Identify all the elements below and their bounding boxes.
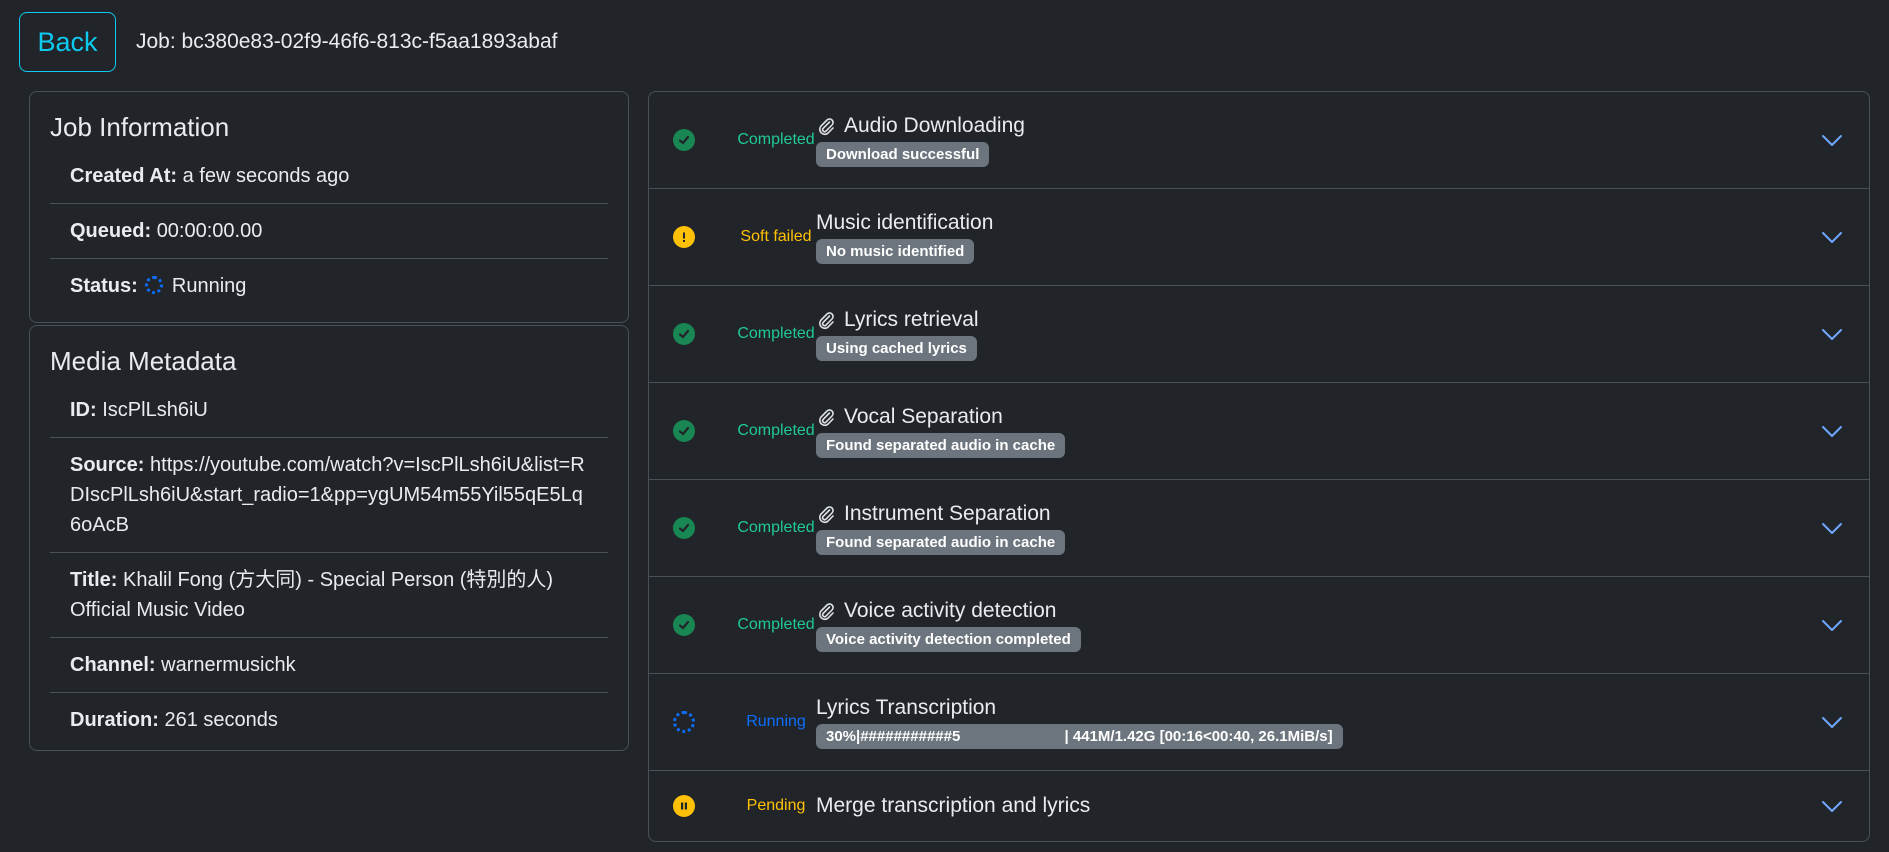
step-music-identification[interactable]: Soft failed Music identification No music … [649,189,1869,286]
step-title-text: Voice activity detection [844,598,1057,622]
step-body: Instrument Separation Found separated aud… [816,502,1066,555]
back-button[interactable]: Back [19,12,116,72]
paperclip-icon[interactable] [816,310,836,330]
pause-icon [673,795,695,817]
step-status-badge: Using cached lyrics [816,335,977,361]
media-duration-value: 261 seconds [164,709,278,731]
step-body: Music identification No music identified [816,211,993,264]
check-icon [673,420,695,442]
media-duration-label: Duration: [70,709,159,731]
step-title-text: Music identification [816,210,994,234]
top-bar: Back Job: bc380e83-02f9-46f6-813c-f5aa18… [19,12,558,72]
created-at-value: a few seconds ago [182,165,350,187]
step-status-badge: 30%|###########5 | 441M/1.42G [00:16<00:… [816,723,1343,749]
step-title-text: Merge transcription and lyrics [816,794,1091,817]
spinner-icon [145,276,164,294]
paperclip-icon[interactable] [816,407,836,427]
step-title: Audio Downloading [816,114,1025,138]
media-title-row: Title: Khalil Fong (方大同) - Special Perso… [50,553,608,638]
media-source-value: https://youtube.com/watch?v=IscPlLsh6iU&… [70,454,585,536]
pipeline-steps-accordion: Completed Audio Downloading Download succe… [648,91,1870,842]
paperclip-icon[interactable] [816,116,836,136]
media-channel-row: Channel: warnermusichk [50,638,608,693]
job-information-heading: Job Information [50,112,230,142]
step-title-text: Lyrics retrieval [844,307,979,331]
chevron-down-icon[interactable] [1819,127,1845,153]
spinner-icon [673,711,695,733]
paperclip-icon[interactable] [816,504,836,524]
chevron-down-icon[interactable] [1819,224,1845,250]
warning-icon [673,226,695,248]
chevron-down-icon[interactable] [1819,418,1845,444]
queued-label: Queued: [70,220,152,242]
media-duration-row: Duration: 261 seconds [50,693,608,747]
media-title-value: Khalil Fong (方大同) - Special Person (特別的人… [70,569,554,621]
step-title-text: Vocal Separation [844,404,1003,428]
step-voice-activity-detection[interactable]: Completed Voice activity detection Voice a… [649,577,1869,674]
step-title: Lyrics retrieval [816,308,979,332]
status-value: Running [171,275,247,297]
chevron-down-icon[interactable] [1819,515,1845,541]
step-title: Music identification [816,211,993,235]
status-row: Status: Running [50,259,608,313]
media-channel-value: warnermusichk [161,654,296,676]
created-at-row: Created At: a few seconds ago [50,149,608,204]
created-at-label: Created At: [70,165,178,187]
step-status-badge: Found separated audio in cache [816,432,1066,458]
media-id-row: ID: IscPlLsh6iU [50,383,608,438]
media-channel-label: Channel: [70,654,156,676]
paperclip-icon[interactable] [816,601,836,621]
step-vocal-separation[interactable]: Completed Vocal Separation Found separated… [649,383,1869,480]
step-instrument-separation[interactable]: Completed Instrument Separation Found sepa… [649,480,1869,577]
step-status-badge: Found separated audio in cache [816,529,1066,555]
step-status-badge: No music identified [816,238,975,264]
check-icon [673,614,695,636]
job-id-title: Job: bc380e83-02f9-46f6-813c-f5aa1893aba… [136,30,558,53]
job-information-panel: Job Information Created At: a few second… [29,91,629,323]
step-body: Lyrics retrieval Using cached lyrics [816,308,979,361]
media-source-label: Source: [70,454,145,476]
step-status-badge: Voice activity detection completed [816,626,1081,652]
step-title-text: Lyrics Transcription [816,695,997,719]
media-metadata-heading: Media Metadata [50,346,237,376]
step-lyrics-transcription[interactable]: Running Lyrics Transcription 30%|#########… [649,674,1869,771]
chevron-down-icon[interactable] [1819,321,1845,347]
check-icon [673,323,695,345]
media-id-label: ID: [70,399,97,421]
status-label: Status: [70,275,138,297]
queued-row: Queued: 00:00:00.00 [50,204,608,259]
step-status-badge: Download successful [816,141,990,167]
job-information-list: Created At: a few seconds ago Queued: 00… [30,149,628,319]
media-id-value: IscPlLsh6iU [102,399,208,421]
step-body: Lyrics Transcription 30%|###########5 | 4… [816,696,1343,749]
chevron-down-icon[interactable] [1819,612,1845,638]
step-title-text: Instrument Separation [844,501,1051,525]
chevron-down-icon[interactable] [1819,793,1845,819]
step-audio-downloading[interactable]: Completed Audio Downloading Download succe… [649,92,1869,189]
queued-value: 00:00:00.00 [156,220,263,242]
media-metadata-panel: Media Metadata ID: IscPlLsh6iU Source: h… [29,325,629,751]
check-icon [673,517,695,539]
step-merge-transcription-and-lyrics[interactable]: Pending Merge transcription and lyrics [649,771,1869,841]
media-metadata-list: ID: IscPlLsh6iU Source: https://youtube.… [30,383,628,753]
step-body: Voice activity detection Voice activity d… [816,599,1081,652]
step-body: Merge transcription and lyrics [816,794,1090,818]
chevron-down-icon[interactable] [1819,709,1845,735]
media-title-label: Title: [70,569,118,591]
step-body: Vocal Separation Found separated audio in… [816,405,1066,458]
step-title-text: Audio Downloading [844,113,1025,137]
step-title: Voice activity detection [816,599,1081,623]
step-title: Lyrics Transcription [816,696,1343,720]
media-source-row: Source: https://youtube.com/watch?v=IscP… [50,438,608,553]
step-title: Merge transcription and lyrics [816,794,1090,818]
step-body: Audio Downloading Download successful [816,114,1025,167]
step-title: Instrument Separation [816,502,1065,526]
check-icon [673,129,695,151]
step-lyrics-retrieval[interactable]: Completed Lyrics retrieval Using cached ly… [649,286,1869,383]
step-title: Vocal Separation [816,405,1065,429]
